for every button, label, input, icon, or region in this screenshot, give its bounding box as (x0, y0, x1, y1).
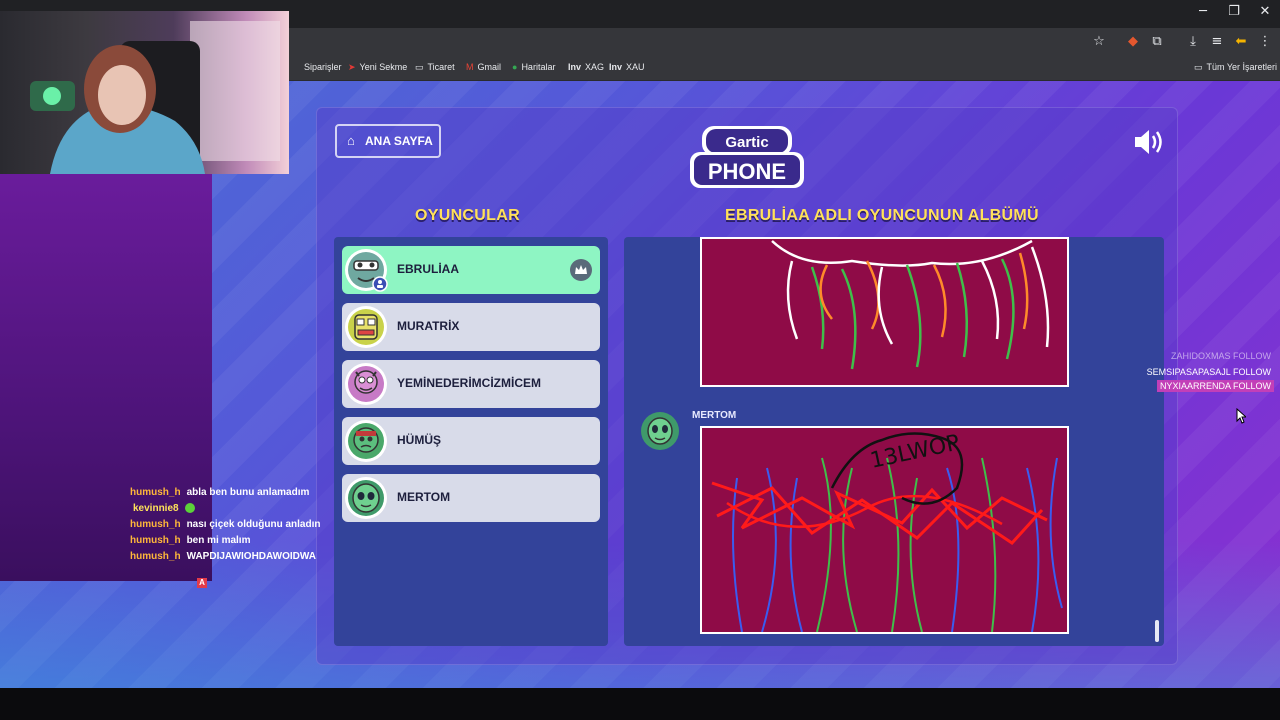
home-button[interactable]: ⌂ ANA SAYFA (335, 124, 441, 158)
player-card[interactable]: MURATRİX (342, 303, 600, 351)
player-avatar (345, 249, 388, 292)
gmail-icon: M (466, 62, 474, 72)
chat-message: humush_h abla ben bunu anlamadım (130, 487, 310, 498)
album-drawing-1 (700, 237, 1069, 387)
bookmark-maps[interactable]: ● Haritalar (512, 62, 555, 72)
follow-alert: SEMSIPASAPASAJL FOLLOW (1146, 367, 1271, 377)
album-author-name: MERTOM (692, 410, 737, 421)
svg-text:13LWOP: 13LWOP (868, 431, 962, 474)
player-card[interactable]: MERTOM (342, 474, 600, 522)
bookmark-ticaret[interactable]: ▭ Ticaret (415, 62, 455, 73)
player-name: MURATRİX (397, 319, 460, 333)
player-card-host[interactable]: EBRULİAA (342, 246, 600, 294)
album-scrollbar[interactable] (1155, 620, 1159, 642)
gartic-phone-logo: Gartic PHONE (690, 126, 804, 188)
media-icon[interactable]: ≡ (1208, 34, 1226, 49)
investing-icon: Inv (609, 62, 623, 72)
download-icon[interactable]: ⤓ (1184, 34, 1202, 49)
crown-icon (570, 259, 592, 281)
author-avatar (641, 412, 679, 450)
arrow-icon: ➤ (348, 62, 356, 72)
bookmark-orders[interactable]: Siparişler (304, 62, 342, 72)
chat-message: humush_h WAPDIJAWIOHDAWOIDWA (130, 551, 317, 562)
follow-alert: NYXIAARRENDA FOLLOW (1156, 380, 1274, 392)
player-avatar (345, 363, 387, 405)
mouse-cursor-icon (1236, 408, 1246, 424)
extension-fox-icon[interactable]: ◆ (1124, 34, 1142, 49)
menu-icon[interactable]: ⋮ (1256, 34, 1274, 49)
emote-icon (184, 503, 195, 514)
restore-icon[interactable]: ❐ (1219, 4, 1249, 19)
svg-text:Gartic: Gartic (725, 134, 768, 151)
volume-icon[interactable] (1133, 128, 1165, 156)
minimize-icon[interactable]: ─ (1188, 4, 1218, 19)
drawing-canvas (771, 239, 1050, 370)
bookmark-gmail[interactable]: M Gmail (466, 62, 501, 72)
star-icon[interactable]: ☆ (1090, 34, 1108, 49)
badge-icon: A (197, 578, 207, 588)
chat-message: humush_h ben mi malım (130, 535, 251, 546)
streamer-webcam (0, 11, 289, 174)
bookmark-new-tab[interactable]: ➤ Yeni Sekme (348, 62, 407, 73)
investing-icon: Inv (568, 62, 582, 72)
players-heading: OYUNCULAR (415, 207, 520, 224)
players-list: EBRULİAA MURATRİX YEMİNEDERİMCİZMİCEM HÜ… (334, 237, 608, 646)
svg-text:PHONE: PHONE (708, 159, 786, 184)
maps-icon: ● (512, 62, 518, 72)
album-heading: EBRULİAA ADLI OYUNCUNUN ALBÜMÜ (725, 207, 1039, 224)
player-name: EBRULİAA (397, 262, 459, 276)
bookmark-xag[interactable]: Inv XAG (568, 62, 604, 72)
album-drawing-2: 13LWOP (700, 426, 1069, 634)
drawing-canvas: 13LWOP (711, 431, 1063, 633)
folder-icon: ▭ (415, 62, 424, 72)
close-icon[interactable]: ✕ (1250, 4, 1280, 19)
extensions-icon[interactable]: ⧉ (1148, 34, 1166, 49)
player-avatar (345, 420, 387, 462)
player-name: HÜMÜŞ (397, 433, 441, 447)
player-card[interactable]: YEMİNEDERİMCİZMİCEM (342, 360, 600, 408)
player-avatar (345, 306, 387, 348)
player-avatar (345, 477, 387, 519)
player-name: MERTOM (397, 490, 451, 504)
follow-alert: ZAHIDOXMAS FOLLOW (1170, 351, 1271, 361)
chat-message: humush_h nası çiçek olduğunu anladın (130, 519, 321, 530)
key-icon[interactable]: ⬅ (1232, 34, 1250, 49)
folder-icon: ▭ (1194, 62, 1203, 72)
chat-message: kevinnie8 (133, 503, 195, 514)
taskbar-strip (0, 688, 1280, 720)
all-bookmarks[interactable]: ▭ Tüm Yer İşaretleri (1194, 62, 1277, 73)
home-icon: ⌂ (347, 133, 355, 148)
player-name: YEMİNEDERİMCİZMİCEM (397, 376, 541, 390)
bookmark-xau[interactable]: Inv XAU (609, 62, 645, 72)
player-card[interactable]: HÜMÜŞ (342, 417, 600, 465)
